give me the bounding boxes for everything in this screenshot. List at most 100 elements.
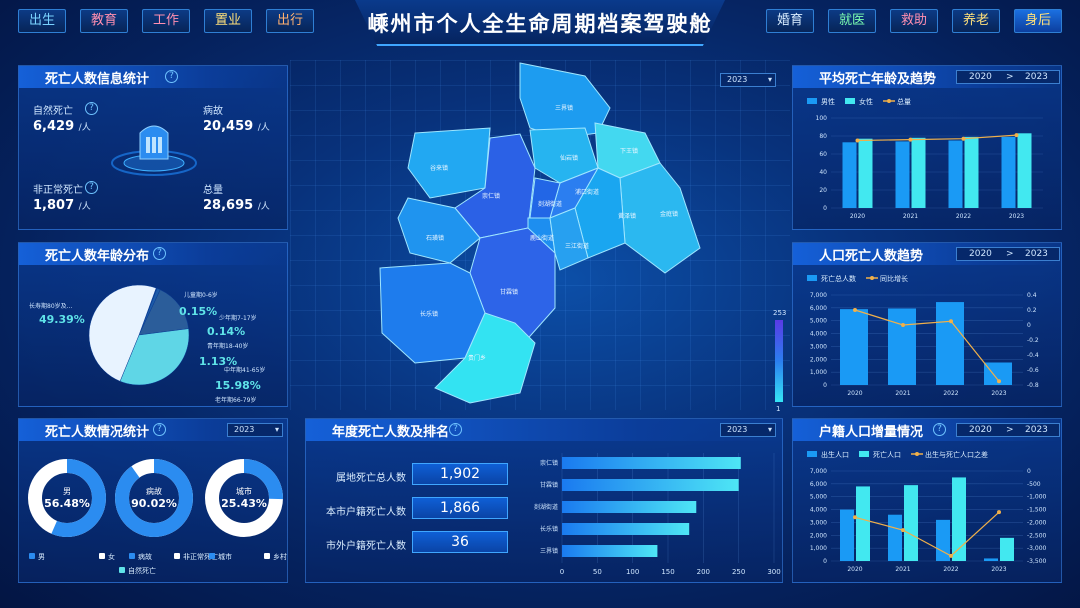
bar <box>904 485 918 561</box>
y2-tick-label: -0.8 <box>1027 382 1039 389</box>
x-tick-label: 2023 <box>991 390 1006 397</box>
legend-swatch <box>99 553 105 559</box>
pie-percent: 0.15% <box>179 305 217 318</box>
x-tick-label: 2023 <box>991 566 1006 573</box>
date-range-select[interactable]: 2020 > 2023 <box>956 70 1060 84</box>
panel-title-bar: 死亡人数年龄分布 ? <box>19 243 287 265</box>
legend-swatch <box>209 553 215 559</box>
y-tick-label: 0 <box>823 205 827 212</box>
y-category-label: 甘霖镇 <box>540 481 558 489</box>
bar <box>562 545 658 557</box>
legend-max: 253 <box>773 309 787 317</box>
svg-text:甘霖镇: 甘霖镇 <box>500 288 518 296</box>
y-category-label: 剡湖街道 <box>534 503 558 511</box>
y-tick-label: 5,000 <box>810 318 827 325</box>
trend-point <box>961 136 966 141</box>
nav-property[interactable]: 置业 <box>204 9 252 33</box>
nav-education[interactable]: 教育 <box>80 9 128 33</box>
bar <box>562 501 697 513</box>
legend-swatch <box>807 275 817 281</box>
svg-text:黄泽镇: 黄泽镇 <box>618 212 636 220</box>
shengzhou-map: 三界镇谷来镇 下王镇 仙岩镇浦口街道黄泽镇 金庭镇 崇仁镇剡湖街道 鹿山街道三江街道… <box>379 62 701 404</box>
avg-age-chart: 男性 女性 总量 0 20 40 60 80 100 2020 2021 2022 2023 <box>807 97 1043 220</box>
help-icon[interactable]: ? <box>933 423 946 436</box>
donut-label: 城市 <box>236 486 252 496</box>
help-icon[interactable]: ? <box>153 423 166 436</box>
legend-label: 死亡人口 <box>873 450 901 459</box>
trend-point <box>855 138 860 143</box>
y-tick-label: 60 <box>819 151 827 158</box>
y2-tick-label: -2,000 <box>1027 519 1047 526</box>
help-icon[interactable]: ? <box>85 181 98 194</box>
help-icon[interactable]: ? <box>153 247 166 260</box>
y2-tick-label: -0.2 <box>1027 337 1039 344</box>
resident-total-value: 1,866 <box>412 497 508 519</box>
y-tick-label: 2,000 <box>810 532 827 539</box>
y2-tick-label: -3,000 <box>1027 545 1047 552</box>
legend-swatch <box>859 451 869 457</box>
y2-tick-label: 0.4 <box>1027 292 1037 299</box>
household-growth-chart: 出生人口 死亡人口 出生与死亡人口之差 0 1,000 2,000 3,000 4,000 5,… <box>807 450 1047 573</box>
svg-text:贵门乡: 贵门乡 <box>468 354 486 362</box>
svg-text:下王镇: 下王镇 <box>620 147 638 155</box>
nav-elderly[interactable]: 养老 <box>952 9 1000 33</box>
year-select[interactable]: 2023 ▾ <box>720 423 776 437</box>
nav-relief[interactable]: 救助 <box>890 9 938 33</box>
y-tick-label: 6,000 <box>810 305 827 312</box>
legend-label: 乡村 <box>273 552 287 561</box>
legend-label: 死亡总人数 <box>821 274 856 283</box>
x-tick-label: 2020 <box>847 566 862 573</box>
nav-travel[interactable]: 出行 <box>266 9 314 33</box>
help-icon[interactable]: ? <box>449 423 462 436</box>
y2-tick-label: 0 <box>1027 322 1031 329</box>
bar <box>856 486 870 561</box>
disease-value: 20,459 /人 <box>203 119 270 134</box>
donut-percent: 90.02% <box>131 497 177 510</box>
nav-work[interactable]: 工作 <box>142 9 190 33</box>
bar <box>858 138 873 208</box>
legend-label: 同比增长 <box>880 274 908 283</box>
avg-age-panel: 平均死亡年龄及趋势 2020 > 2023 男性 女性 总量 0 20 40 60 80 100… <box>792 65 1062 230</box>
legend-swatch <box>807 451 817 457</box>
nav-medical[interactable]: 就医 <box>828 9 876 33</box>
svg-text:崇仁镇: 崇仁镇 <box>482 192 500 200</box>
natural-value: 6,429 /人 <box>33 119 91 134</box>
y-tick-label: 7,000 <box>810 468 827 475</box>
trend-point <box>901 528 905 533</box>
death-trend-title: 人口死亡人数趋势 <box>819 249 924 264</box>
help-icon[interactable]: ? <box>85 102 98 115</box>
trend-point <box>997 379 1001 384</box>
x-tick-label: 300 <box>767 568 780 576</box>
nav-afterlife[interactable]: 身后 <box>1014 9 1062 33</box>
legend-label: 出生人口 <box>821 450 849 459</box>
legend-swatch <box>129 553 135 559</box>
y-tick-label: 0 <box>823 558 827 565</box>
year-select[interactable]: 2023 ▾ <box>227 423 283 437</box>
legend-label: 男 <box>38 553 45 561</box>
legend-dot <box>915 452 919 456</box>
death-status-panel: 死亡人数情况统计 ? 2023 ▾ 男 56.48% 病故 90.02% 城市 25.43%… <box>18 418 288 583</box>
legend-label: 城市 <box>218 552 232 561</box>
help-icon[interactable]: ? <box>165 70 178 83</box>
memorial-icon <box>111 125 197 176</box>
nav-birth[interactable]: 出生 <box>18 9 66 33</box>
y2-tick-label: 0 <box>1027 468 1031 475</box>
legend-label: 女性 <box>859 97 873 106</box>
y-tick-label: 100 <box>816 115 828 122</box>
nav-marriage[interactable]: 婚育 <box>766 9 814 33</box>
x-tick-label: 250 <box>732 568 745 576</box>
y-tick-label: 0 <box>823 382 827 389</box>
bar <box>1001 136 1016 208</box>
date-range-select[interactable]: 2020 > 2023 <box>956 247 1060 261</box>
date-range-select[interactable]: 2020 > 2023 <box>956 423 1060 437</box>
trend-point <box>949 553 953 558</box>
bar <box>1000 537 1014 561</box>
legend-dot <box>887 99 891 103</box>
x-tick-label: 2020 <box>850 213 865 220</box>
household-growth-panel: 户籍人口增量情况 ? 2020 > 2023 出生人口 死亡人口 出生与死亡人口之差… <box>792 418 1062 583</box>
y-tick-label: 6,000 <box>810 481 827 488</box>
y-tick-label: 20 <box>819 187 827 194</box>
abnormal-label: 非正常死亡 <box>33 185 83 196</box>
death-trend-panel: 人口死亡人数趋势 2020 > 2023 死亡总人数 同比增长 0 1,000 2,00… <box>792 242 1062 407</box>
y2-tick-label: -3,500 <box>1027 558 1047 565</box>
